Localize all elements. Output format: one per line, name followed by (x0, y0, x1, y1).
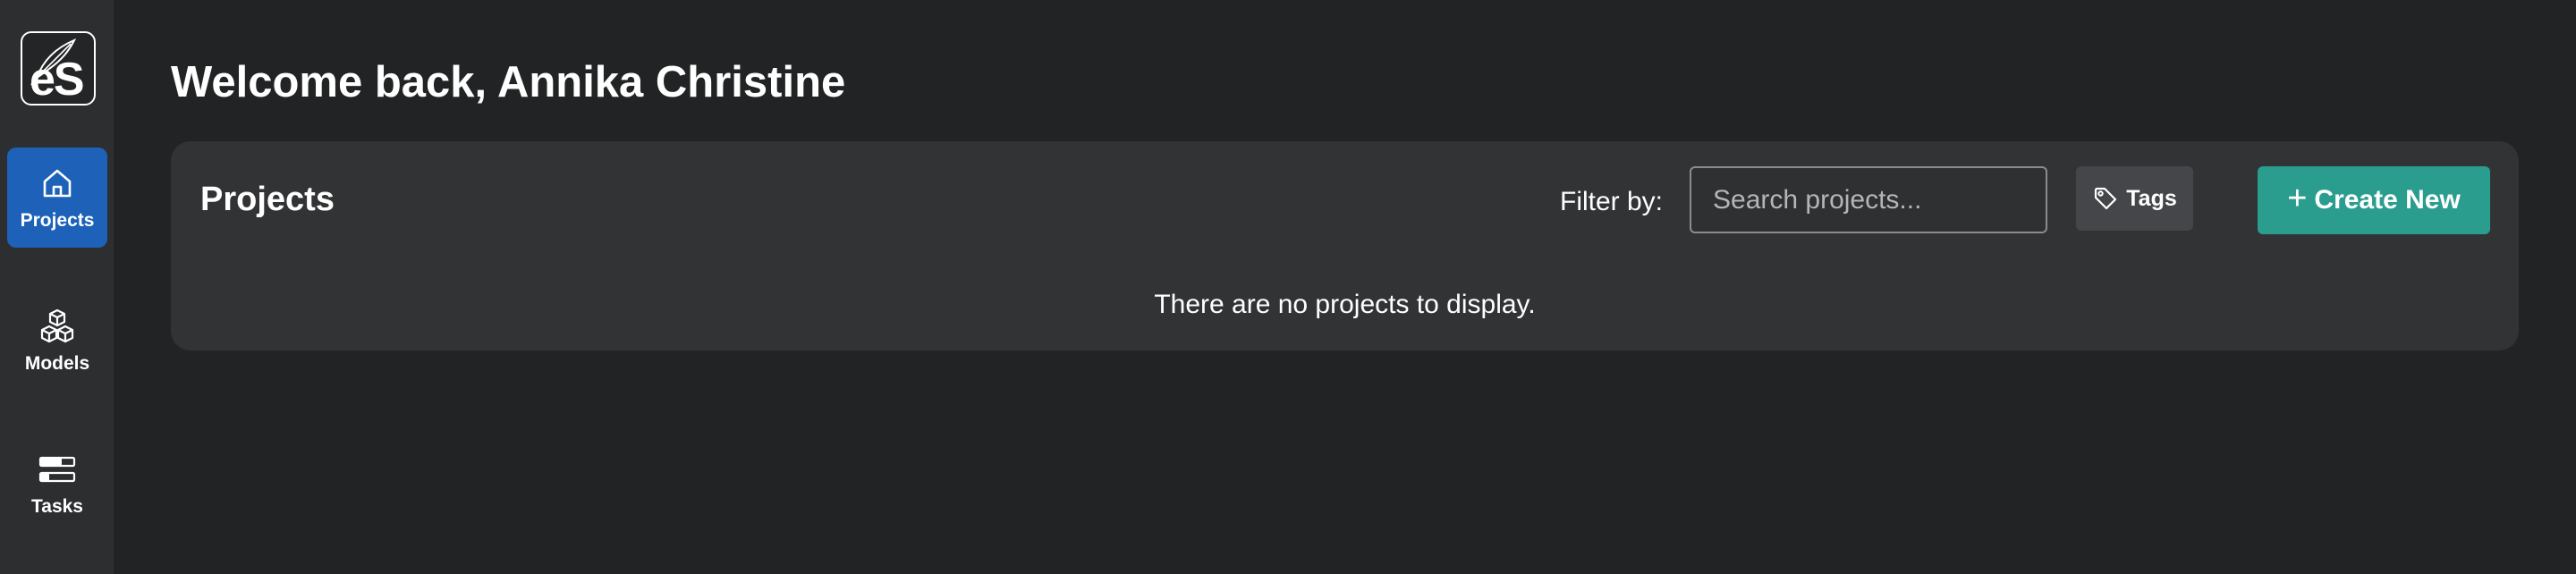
cubes-icon (40, 308, 74, 343)
sidebar: eS Projects Models Tasks (0, 0, 114, 574)
tags-button-label: Tags (2126, 185, 2177, 211)
filter-label: Filter by: (1560, 187, 1664, 216)
logo-text: eS (30, 54, 85, 106)
page-title: Welcome back, Annika Christine (171, 58, 846, 106)
sidebar-item-label: Projects (20, 210, 95, 231)
search-projects-input[interactable] (1690, 166, 2047, 233)
home-icon (43, 169, 72, 198)
tags-filter-button[interactable]: Tags (2076, 166, 2193, 231)
projects-panel: Projects Filter by: Tags + Create New Th… (171, 141, 2519, 350)
projects-title: Projects (200, 181, 335, 218)
empty-state-message: There are no projects to display. (1154, 290, 1536, 319)
app-logo[interactable]: eS (21, 31, 96, 106)
create-new-button[interactable]: + Create New (2258, 166, 2490, 234)
sidebar-item-projects[interactable]: Projects (7, 148, 107, 248)
app-window: eS Projects Models Tasks Welcome back, A… (0, 0, 2576, 574)
sidebar-item-models[interactable]: Models (7, 291, 107, 391)
tag-icon (2095, 187, 2117, 210)
sidebar-item-tasks[interactable]: Tasks (7, 434, 107, 534)
sidebar-item-label: Tasks (31, 496, 83, 517)
plus-icon: + (2287, 180, 2308, 217)
create-button-label: Create New (2314, 185, 2461, 215)
task-bars-icon (38, 456, 76, 483)
sidebar-item-label: Models (24, 353, 90, 374)
